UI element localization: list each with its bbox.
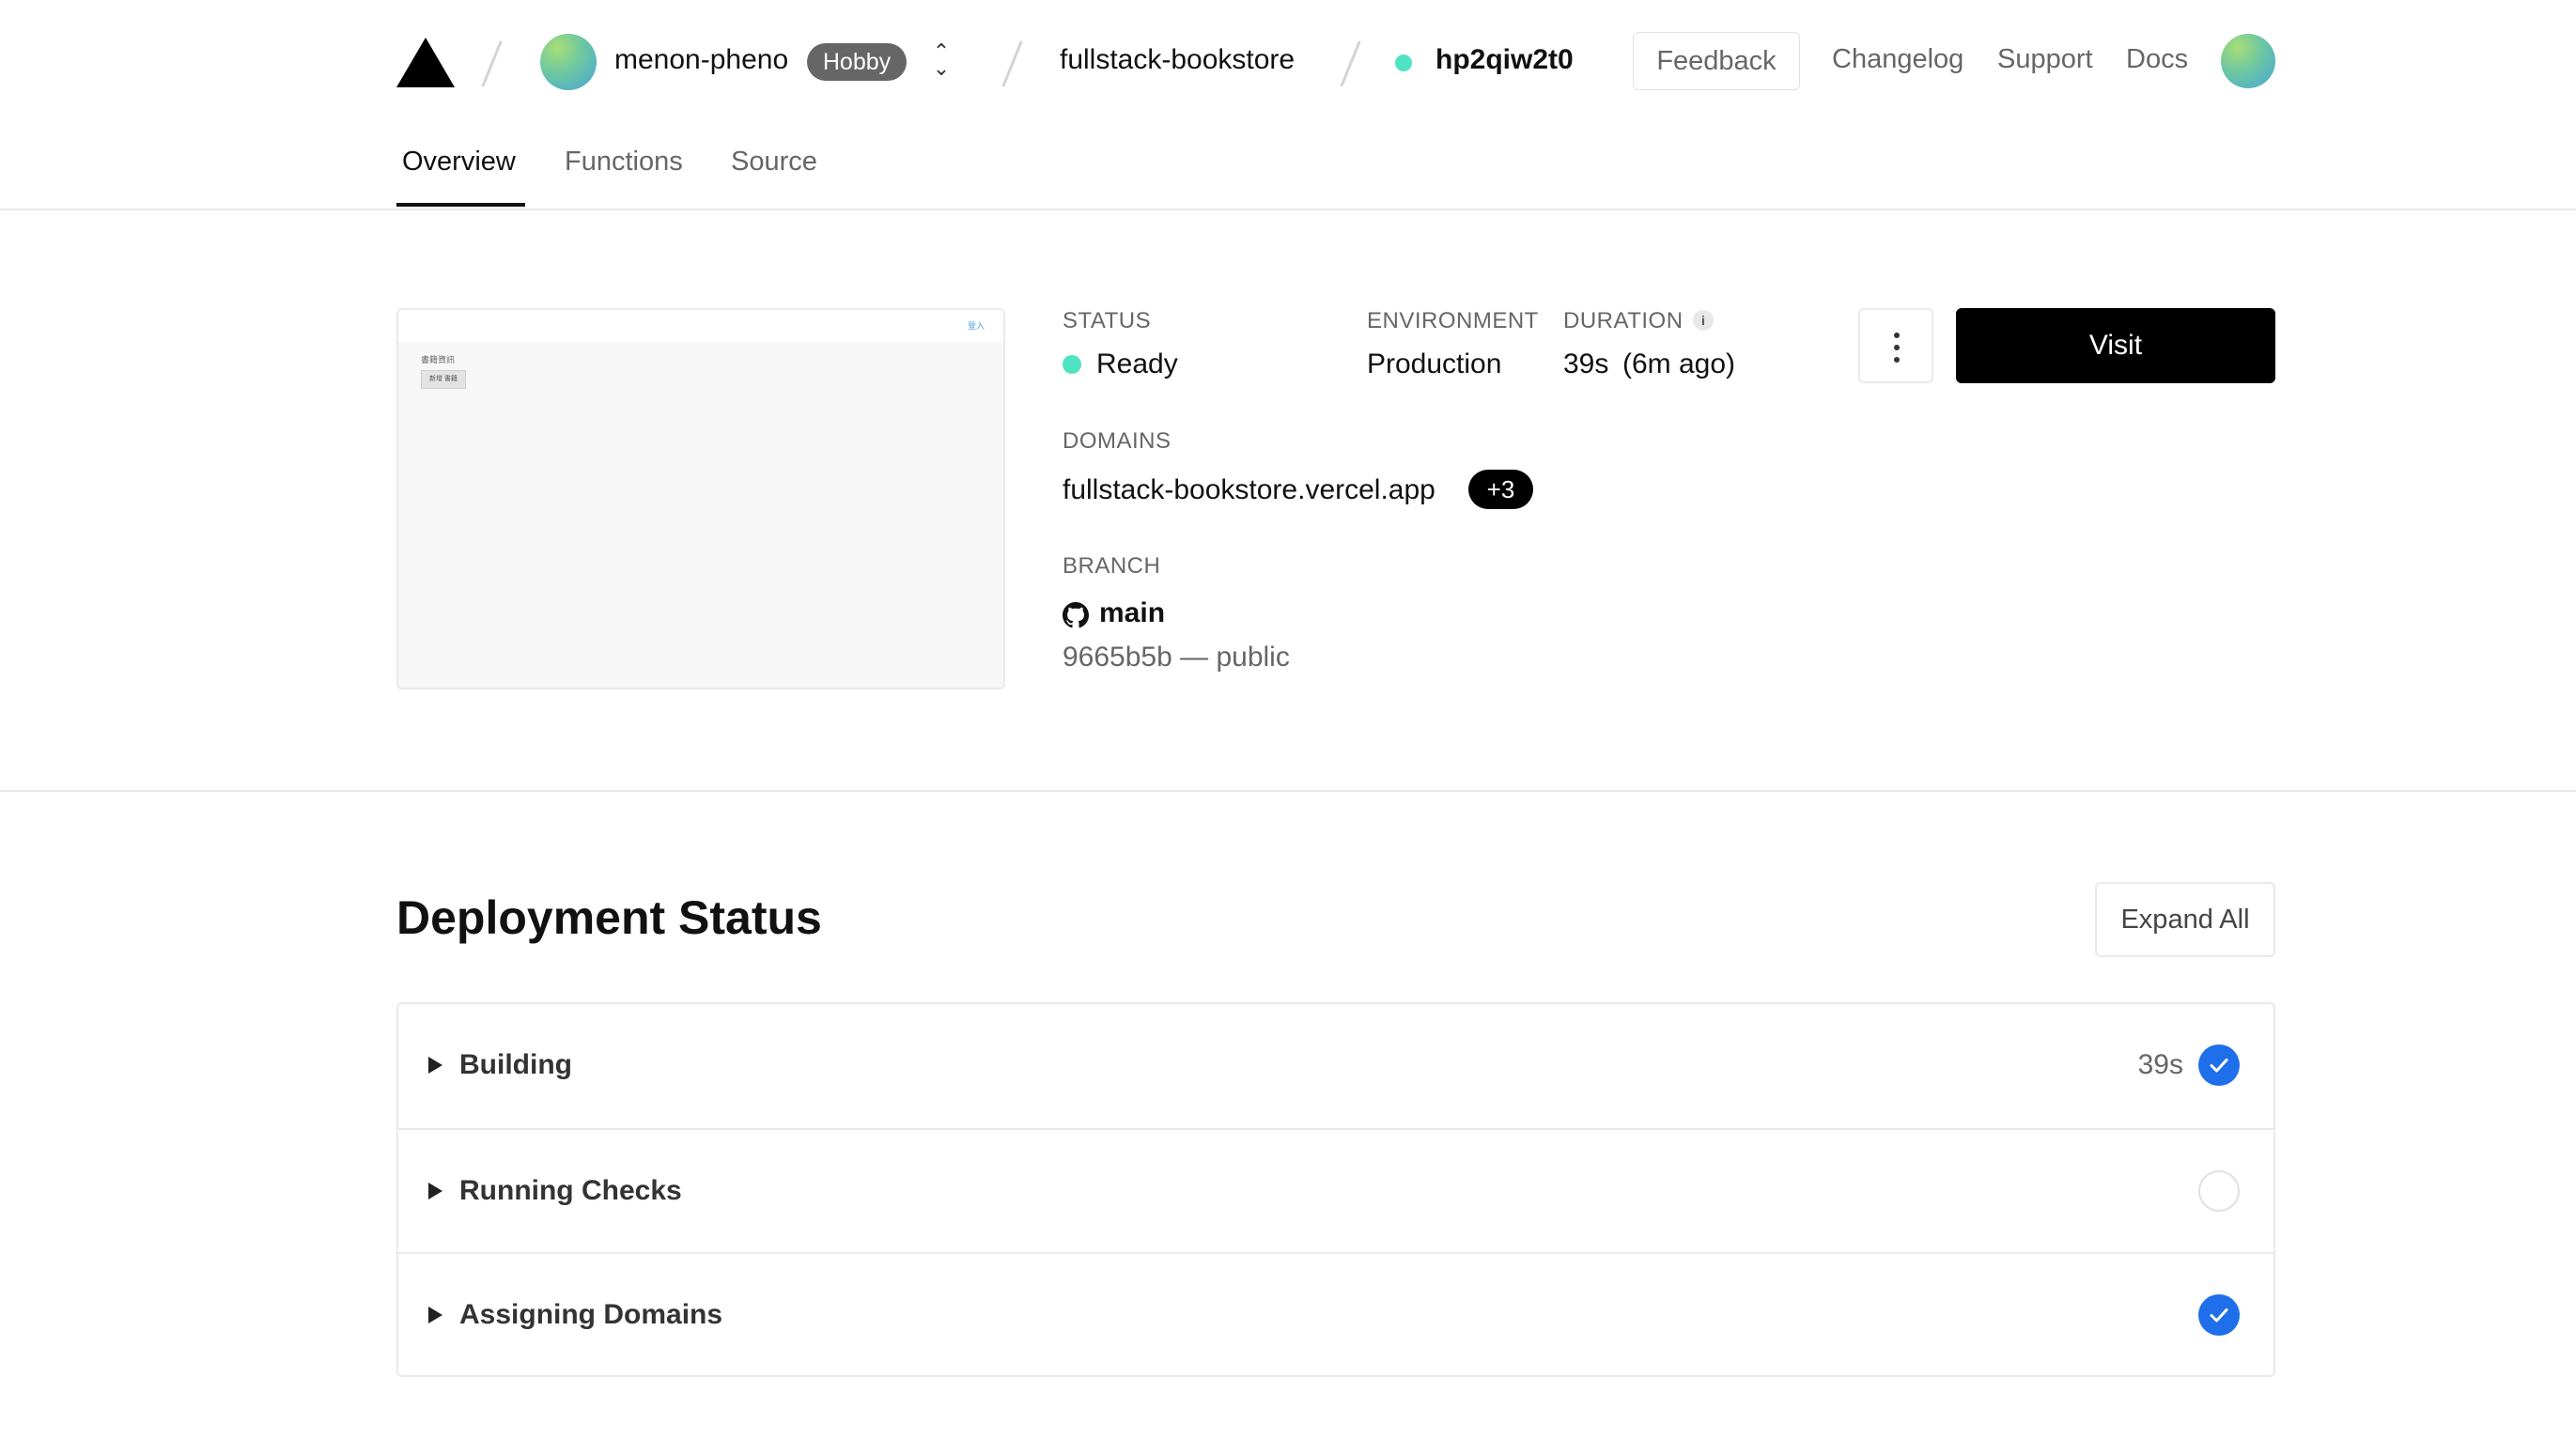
- more-vertical-icon: [1894, 357, 1900, 363]
- deployment-status-dot: [1395, 54, 1412, 71]
- step-label: Running Checks: [459, 1175, 682, 1206]
- changelog-link[interactable]: Changelog: [1832, 44, 1963, 75]
- more-vertical-icon: [1894, 333, 1900, 338]
- tab-functions[interactable]: Functions: [565, 147, 683, 178]
- caret-right-icon: [428, 1183, 442, 1199]
- domains-label: DOMAINS: [1063, 428, 1172, 454]
- preview-title: 書籍資訊: [421, 355, 456, 364]
- support-link[interactable]: Support: [1997, 44, 2093, 75]
- preview-button: 新增 書籍: [421, 370, 466, 389]
- active-tab-indicator: [396, 203, 525, 207]
- vercel-logo-icon[interactable]: [396, 38, 455, 87]
- domain-link[interactable]: fullstack-bookstore.vercel.app: [1063, 474, 1435, 506]
- duration-ago: (6m ago): [1622, 348, 1736, 379]
- step-building[interactable]: Building 39s: [398, 1004, 2273, 1128]
- step-label: Assigning Domains: [459, 1299, 723, 1330]
- status-label: STATUS: [1063, 308, 1152, 333]
- caret-right-icon: [428, 1307, 442, 1323]
- branch-name[interactable]: main: [1099, 597, 1165, 629]
- check-circle-icon: [2198, 1294, 2240, 1336]
- tab-bar: Overview Functions Source: [0, 124, 2576, 210]
- tab-overview[interactable]: Overview: [402, 147, 516, 178]
- breadcrumb-separator: [1340, 40, 1361, 87]
- visit-button[interactable]: Visit: [1956, 308, 2275, 383]
- duration-value: 39s: [1563, 348, 1609, 379]
- preview-header: [398, 310, 1003, 342]
- deployment-steps: Building 39s Running Checks Assigning Do…: [396, 1002, 2275, 1377]
- deployment-id[interactable]: hp2qiw2t0: [1435, 44, 1574, 76]
- ready-status-dot: [1063, 355, 1081, 374]
- section-divider: [0, 790, 2576, 792]
- step-running-checks[interactable]: Running Checks: [398, 1128, 2273, 1254]
- tab-source[interactable]: Source: [731, 147, 817, 178]
- feedback-button[interactable]: Feedback: [1633, 32, 1800, 90]
- deployment-status-title: Deployment Status: [396, 891, 822, 944]
- top-navigation: menon-pheno Hobby ⌃ ⌄ fullstack-bookstore…: [0, 0, 2576, 124]
- more-vertical-icon: [1894, 345, 1900, 350]
- step-label: Building: [459, 1049, 572, 1080]
- breadcrumb-separator: [1001, 40, 1023, 87]
- environment-label: ENVIRONMENT: [1367, 308, 1539, 333]
- duration-label: DURATION: [1563, 308, 1684, 333]
- expand-all-button[interactable]: Expand All: [2095, 882, 2275, 957]
- check-circle-icon: [2198, 1044, 2240, 1086]
- more-options-button[interactable]: [1858, 308, 1933, 383]
- caret-right-icon: [428, 1057, 442, 1074]
- pending-circle-icon: [2198, 1170, 2240, 1212]
- breadcrumb-separator: [481, 40, 503, 87]
- plan-badge: Hobby: [807, 43, 907, 81]
- environment-value: Production: [1367, 348, 1502, 379]
- user-avatar[interactable]: [2221, 34, 2275, 88]
- team-name[interactable]: menon-pheno: [614, 44, 788, 76]
- preview-login-link: 登入: [967, 321, 985, 331]
- docs-link[interactable]: Docs: [2126, 44, 2188, 75]
- deployment-preview-thumbnail[interactable]: 登入 書籍資訊 新增 書籍: [396, 308, 1005, 689]
- github-icon: [1063, 602, 1089, 628]
- step-assigning-domains[interactable]: Assigning Domains: [398, 1252, 2273, 1378]
- chevron-updown-icon[interactable]: ⌃ ⌄: [932, 41, 951, 81]
- branch-label: BRANCH: [1063, 553, 1161, 579]
- status-value: Ready: [1096, 348, 1178, 379]
- project-name[interactable]: fullstack-bookstore: [1060, 44, 1295, 76]
- info-icon[interactable]: i: [1693, 310, 1714, 331]
- commit-message[interactable]: 9665b5b — public: [1063, 642, 1290, 673]
- team-avatar[interactable]: [540, 34, 597, 90]
- step-duration: 39s: [2137, 1049, 2183, 1080]
- more-domains-badge[interactable]: +3: [1468, 470, 1533, 509]
